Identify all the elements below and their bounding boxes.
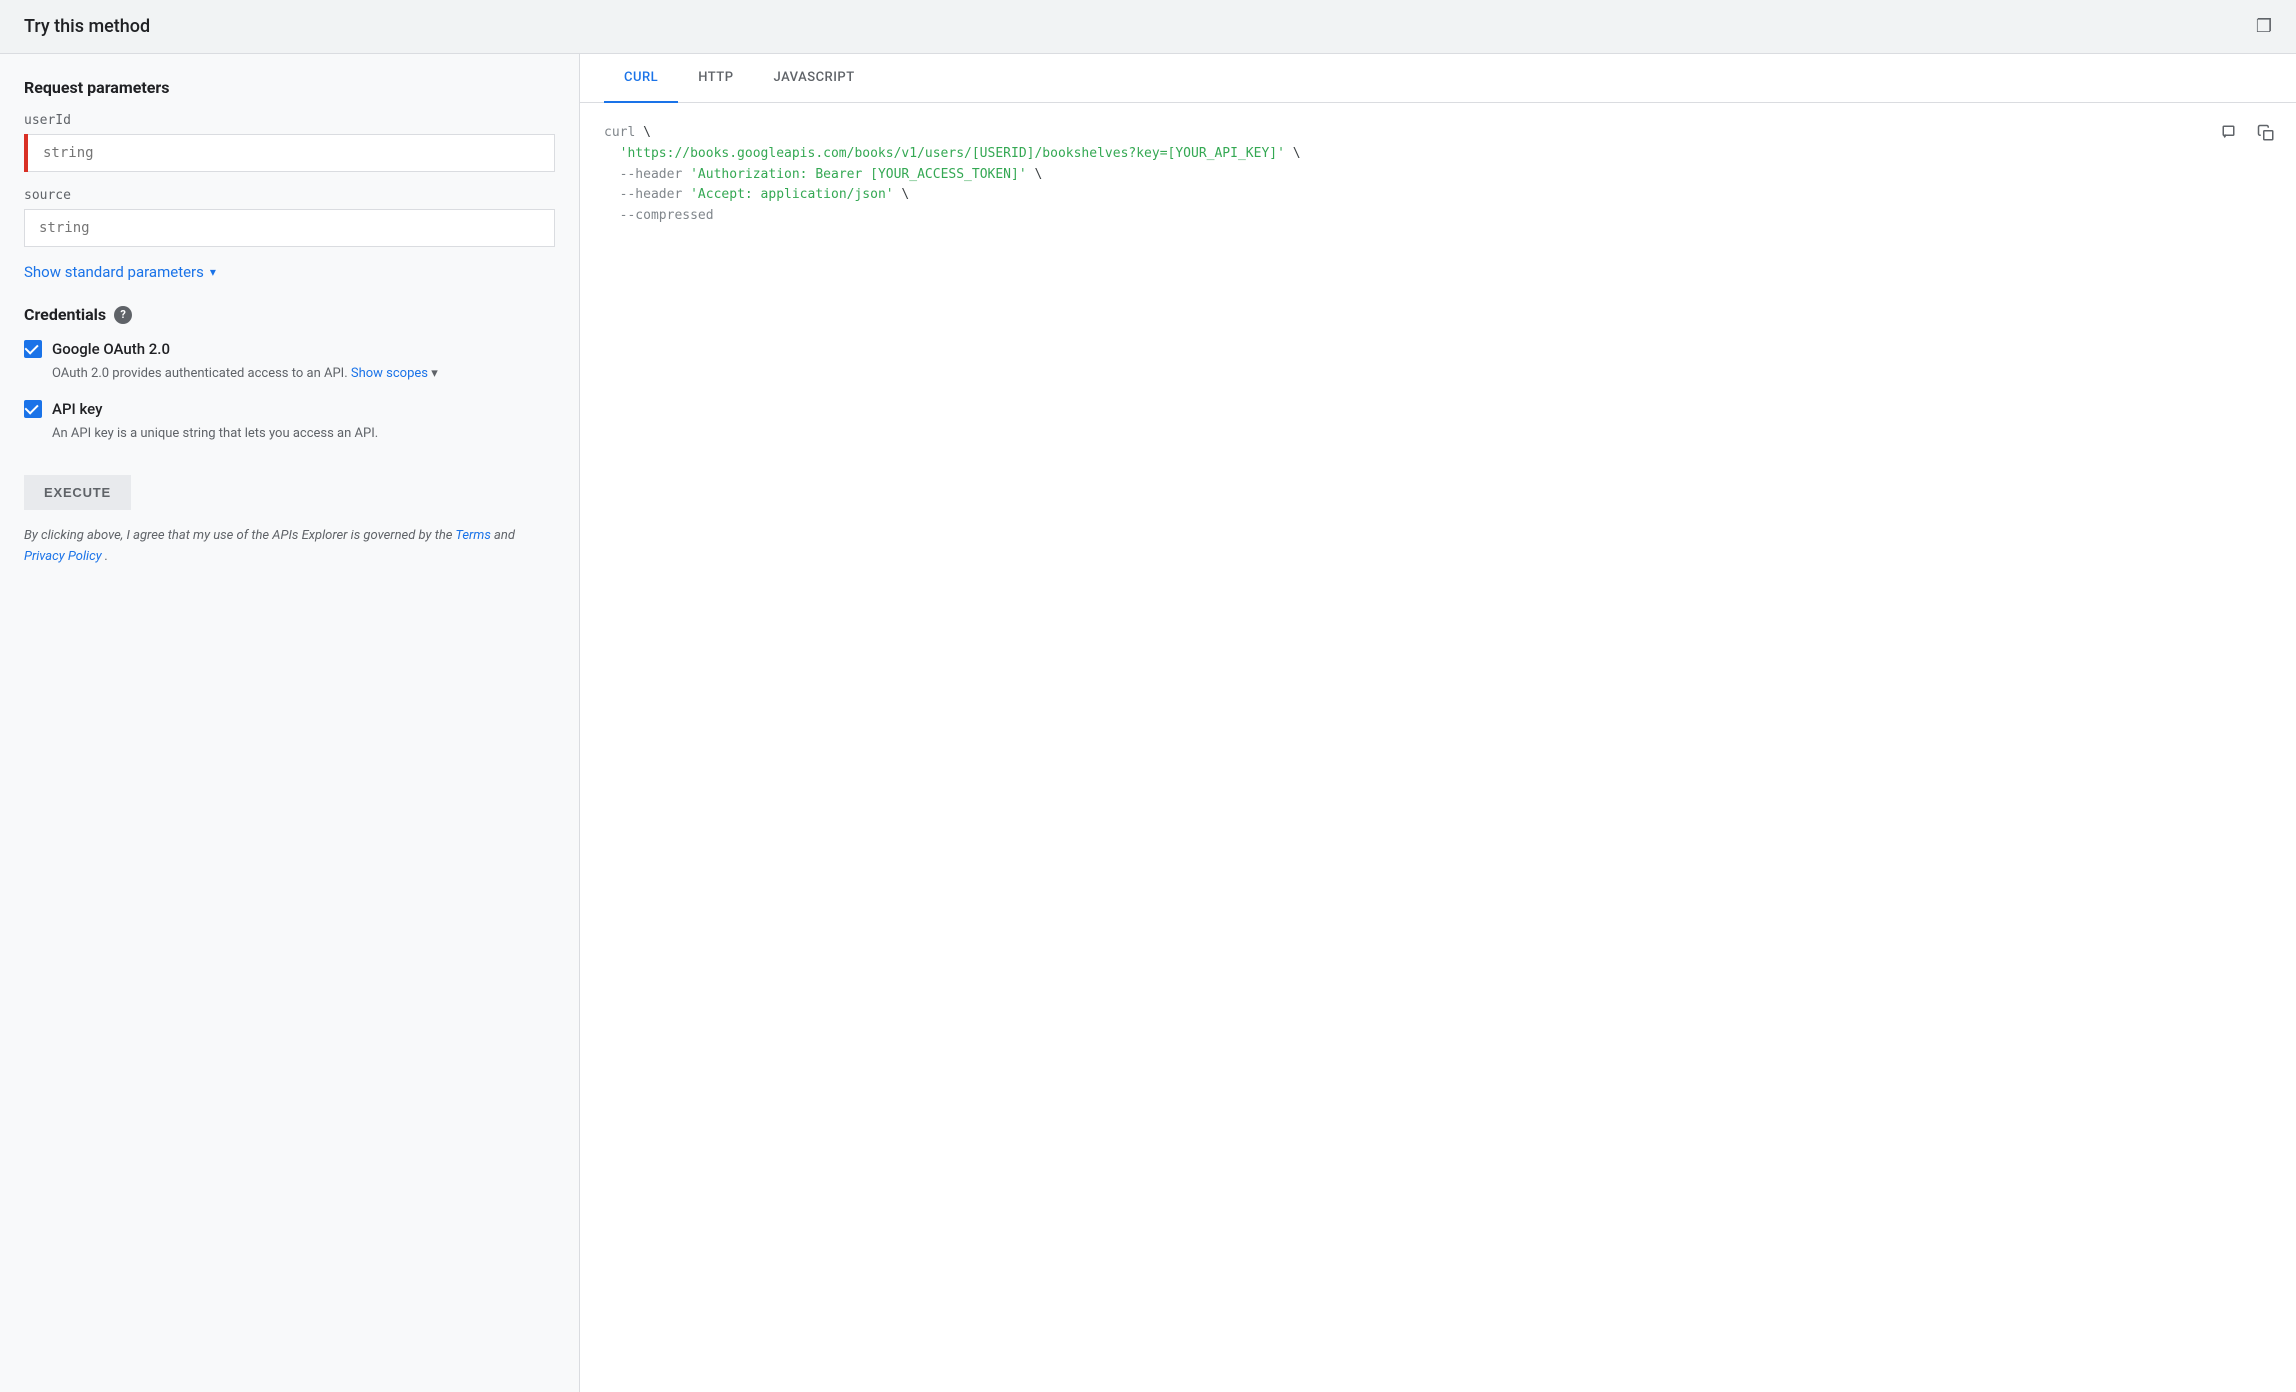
tab-javascript[interactable]: JAVASCRIPT — [753, 54, 874, 103]
privacy-policy-link[interactable]: Privacy Policy — [24, 549, 102, 564]
show-standard-params-label: Show standard parameters — [24, 263, 204, 281]
panel-title: Try this method — [24, 16, 150, 37]
left-panel: Request parameters userId source Show st… — [0, 54, 580, 1392]
code-line-1: curl \ — [604, 123, 2272, 144]
code-line-4: --header 'Accept: application/json' \ — [604, 185, 2272, 206]
expand-icon[interactable]: ❐ — [2256, 16, 2272, 37]
apikey-checkbox[interactable] — [24, 400, 42, 418]
scopes-chevron: ▾ — [431, 366, 438, 381]
apikey-description: An API key is a unique string that lets … — [52, 424, 555, 444]
credential-oauth-item: Google OAuth 2.0 OAuth 2.0 provides auth… — [24, 340, 555, 384]
code-chat-icon[interactable] — [2216, 119, 2244, 147]
credentials-title: Credentials — [24, 305, 106, 324]
terms-link[interactable]: Terms — [455, 528, 490, 543]
userid-label: userId — [24, 113, 555, 128]
request-params-title: Request parameters — [24, 78, 555, 97]
main-content: Request parameters userId source Show st… — [0, 54, 2296, 1392]
userid-input-wrapper — [24, 134, 555, 172]
show-standard-params-link[interactable]: Show standard parameters ▾ — [24, 263, 555, 281]
right-panel: cURL HTTP JAVASCRIPT — [580, 54, 2296, 1392]
source-input-wrapper — [24, 209, 555, 247]
code-tabs: cURL HTTP JAVASCRIPT — [580, 54, 2296, 103]
source-input[interactable] — [24, 209, 555, 247]
code-toolbar — [2216, 119, 2280, 147]
apikey-name: API key — [52, 400, 102, 418]
userid-input[interactable] — [24, 134, 555, 172]
execute-button[interactable]: EXECUTE — [24, 475, 131, 510]
code-area: curl \ 'https://books.googleapis.com/boo… — [580, 103, 2296, 1392]
credentials-section: Credentials ? Google OAuth 2.0 OAuth 2.0… — [24, 305, 555, 443]
try-this-method-panel: Try this method ❐ Request parameters use… — [0, 0, 2296, 1392]
source-label: source — [24, 188, 555, 203]
oauth-name: Google OAuth 2.0 — [52, 340, 170, 358]
show-scopes-link[interactable]: Show scopes — [351, 366, 428, 381]
chevron-down-icon: ▾ — [210, 265, 216, 279]
credential-oauth-row: Google OAuth 2.0 — [24, 340, 555, 358]
oauth-checkbox[interactable] — [24, 340, 42, 358]
credential-apikey-row: API key — [24, 400, 555, 418]
oauth-description: OAuth 2.0 provides authenticated access … — [52, 364, 555, 384]
credentials-help-icon[interactable]: ? — [114, 306, 132, 324]
tab-http[interactable]: HTTP — [678, 54, 753, 103]
tab-curl[interactable]: cURL — [604, 54, 678, 103]
copy-icon[interactable] — [2252, 119, 2280, 147]
panel-header: Try this method ❐ — [0, 0, 2296, 54]
code-line-3: --header 'Authorization: Bearer [YOUR_AC… — [604, 165, 2272, 186]
credential-apikey-item: API key An API key is a unique string th… — [24, 400, 555, 444]
terms-text: By clicking above, I agree that my use o… — [24, 526, 555, 568]
code-line-5: --compressed — [604, 206, 2272, 227]
code-line-2: 'https://books.googleapis.com/books/v1/u… — [604, 144, 2272, 165]
credentials-header: Credentials ? — [24, 305, 555, 324]
code-block: curl \ 'https://books.googleapis.com/boo… — [604, 123, 2272, 227]
